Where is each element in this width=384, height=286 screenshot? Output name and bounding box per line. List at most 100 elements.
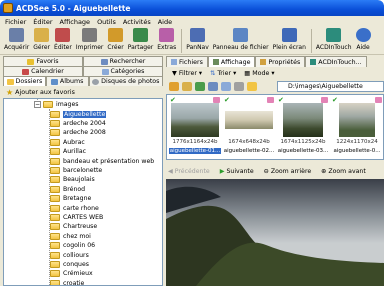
tab-categories[interactable]: Catégories xyxy=(83,66,163,76)
zoom-in-button[interactable]: ⊕ Zoom avant xyxy=(321,168,366,175)
thumbnail-item[interactable]: ✔ 1674x1125x24b aiguebellette-03... xyxy=(277,97,329,159)
tree-node-label: Bretagne xyxy=(63,195,92,203)
tab-disques-label: Disques de photos xyxy=(101,78,160,85)
tree-node-label: Beaujolais xyxy=(63,176,95,184)
menu-affichage[interactable]: Affichage xyxy=(60,18,91,26)
next-label: Suivante xyxy=(226,168,254,175)
partager-button[interactable]: Partager xyxy=(127,27,154,51)
folder-icon xyxy=(50,242,60,250)
imprimer-label: Imprimer xyxy=(75,44,104,51)
collapse-icon[interactable]: − xyxy=(34,100,41,108)
folder-tree[interactable]: − images Aiguebellette ardeche 2004 ardech… xyxy=(3,98,163,286)
editer-button[interactable]: Éditer xyxy=(54,27,72,51)
tab-dossiers[interactable]: Dossiers xyxy=(3,76,46,86)
creer-button[interactable]: Créer xyxy=(107,27,124,51)
menu-fichier[interactable]: Fichier xyxy=(5,18,26,26)
tree-node-label: Aubrac xyxy=(63,138,85,146)
menu-editer[interactable]: Éditer xyxy=(33,18,52,26)
thumbnail-name: aiguebellette-0... xyxy=(333,148,381,154)
mode-label: Mode xyxy=(252,69,270,77)
add-to-favorites[interactable]: ★ Ajouter aux favoris xyxy=(3,87,163,98)
tab-fichiers[interactable]: Fichiers xyxy=(166,56,208,67)
view-icon xyxy=(212,59,219,65)
path-field[interactable]: D:\images\Aiguebellette xyxy=(277,81,384,92)
thumbnail-name: aiguebellette-01... xyxy=(169,148,221,154)
create-wand-icon xyxy=(108,28,124,42)
check-icon: ✔ xyxy=(332,96,338,104)
viewer-toolbar: ◀ Précédente ▶ Suivante ⊖ Zoom arrière ⊕ Zoo… xyxy=(166,165,384,178)
tab-calendrier[interactable]: Calendrier xyxy=(3,66,83,76)
tab-favoris-label: Favoris xyxy=(36,58,59,65)
tree-node-images[interactable]: − images xyxy=(34,99,79,109)
tab-acdintouch[interactable]: ACDInTouch... xyxy=(305,56,367,67)
tree-node-label: Crémieux xyxy=(63,270,93,278)
imprimer-button[interactable]: Imprimer xyxy=(75,27,104,51)
nav-details-icon[interactable] xyxy=(234,82,244,91)
thumbnail-item[interactable]: ✔ 1674x648x24b aiguebellette-02... xyxy=(223,97,275,159)
partager-label: Partager xyxy=(127,44,154,51)
tab-disques-de-photos[interactable]: Disques de photos xyxy=(88,76,163,86)
next-button[interactable]: ▶ Suivante xyxy=(220,168,254,175)
nav-folder-icon[interactable] xyxy=(247,82,257,91)
tab-albums[interactable]: Albums xyxy=(45,76,89,86)
sort-button[interactable]: ⇅ Trier ▾ xyxy=(210,70,236,77)
favorites-icon xyxy=(27,58,35,65)
folder-icon xyxy=(50,213,60,221)
thumbnail-dims: 1776x1164x24b xyxy=(172,139,218,145)
nav-select-icon[interactable] xyxy=(208,82,218,91)
tab-favoris[interactable]: Favoris xyxy=(3,56,83,66)
acquerir-button[interactable]: Acquérir xyxy=(4,27,29,51)
tree-node-folder[interactable]: croatie xyxy=(50,278,84,285)
filter-button[interactable]: ▼ Filtrer ▾ xyxy=(172,70,202,77)
mode-button[interactable]: ▦ Mode ▾ xyxy=(244,70,274,77)
thumbnail-image xyxy=(225,111,273,129)
thumbnail-image xyxy=(171,103,219,137)
title-bar: ACDSee 5.0 - Aiguebellette xyxy=(0,0,384,16)
thumbnail-image xyxy=(339,103,375,137)
extras-icon xyxy=(159,28,175,42)
editer-label: Éditer xyxy=(54,44,72,51)
thumbnail-item[interactable]: ✔ 1224x1170x24 aiguebellette-0... xyxy=(331,97,383,159)
sort-icon: ⇅ xyxy=(210,69,216,77)
nav-back-icon[interactable] xyxy=(169,82,179,91)
zoom-out-button[interactable]: ⊖ Zoom arrière xyxy=(264,168,312,175)
gerer-button[interactable]: Gérer xyxy=(33,27,50,51)
image-preview xyxy=(166,179,384,286)
nav-refresh-icon[interactable] xyxy=(195,82,205,91)
sort-label: Trier xyxy=(217,69,232,77)
tab-proprietes[interactable]: Propriétés xyxy=(255,56,306,67)
star-icon: ★ xyxy=(6,88,14,97)
tab-fichiers-label: Fichiers xyxy=(179,58,203,66)
plein-ecran-button[interactable]: Plein écran xyxy=(273,27,306,51)
thumbnail-image xyxy=(283,103,323,137)
creer-label: Créer xyxy=(107,44,124,51)
aide-button[interactable]: Aide xyxy=(355,27,371,51)
tab-rechercher[interactable]: Rechercher xyxy=(83,56,163,66)
nav-thumbs-icon[interactable] xyxy=(221,82,231,91)
extras-button[interactable]: Extras xyxy=(157,27,176,51)
pannav-icon xyxy=(190,28,205,42)
thumbnail-dims: 1224x1170x24 xyxy=(336,139,378,145)
thumbnail-item[interactable]: ✔ 1776x1164x24b aiguebellette-01... xyxy=(169,97,221,159)
tab-albums-label: Albums xyxy=(59,78,84,85)
acdintouch-button[interactable]: ACDInTouch xyxy=(316,27,352,51)
tree-node-label: Aiguebellette xyxy=(63,110,107,118)
menu-aide[interactable]: Aide xyxy=(158,18,172,26)
tag-icon xyxy=(267,97,274,103)
navigation-bar: D:\images\Aiguebellette xyxy=(166,80,384,93)
previous-button[interactable]: ◀ Précédente xyxy=(168,168,210,175)
tab-affichage[interactable]: Affichage xyxy=(207,56,256,67)
nav-up-icon[interactable] xyxy=(182,82,192,91)
window-title: ACDSee 5.0 - Aiguebellette xyxy=(16,3,131,13)
aide-label: Aide xyxy=(356,44,370,51)
folder-icon xyxy=(50,119,60,127)
tag-icon xyxy=(375,97,382,103)
menu-activites[interactable]: Activités xyxy=(123,18,151,26)
panneau-de-fichier-button[interactable]: Panneau de fichier xyxy=(213,27,269,51)
arrow-right-icon: ▶ xyxy=(219,168,225,175)
menu-outils[interactable]: Outils xyxy=(97,18,116,26)
pannav-button[interactable]: PanNav xyxy=(186,27,209,51)
check-icon: ✔ xyxy=(224,96,230,104)
folder-icon xyxy=(50,166,60,174)
zoom-out-icon: ⊖ xyxy=(263,168,269,175)
